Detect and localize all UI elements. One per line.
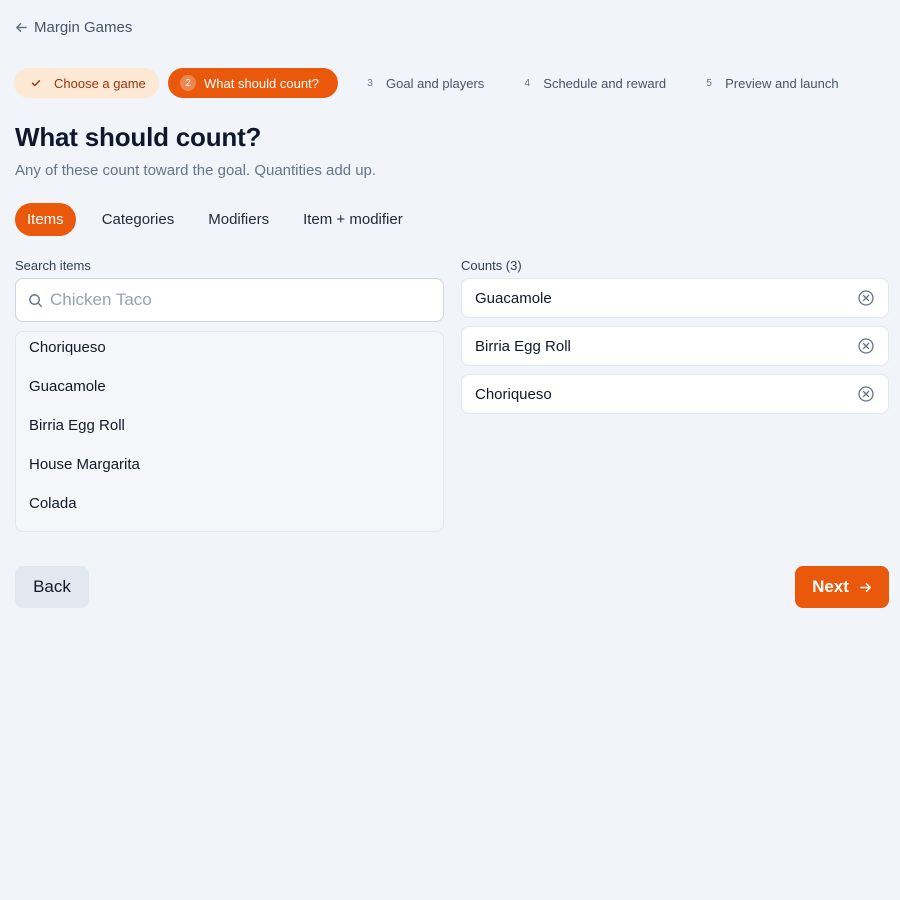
- count-chip-label: Birria Egg Roll: [475, 337, 571, 355]
- back-button[interactable]: Back: [15, 566, 89, 608]
- search-results-list[interactable]: Choriqueso Guacamole Birria Egg Roll Hou…: [15, 331, 444, 532]
- list-item[interactable]: Guacamole: [16, 367, 443, 406]
- tab-categories[interactable]: Categories: [85, 203, 192, 236]
- tab-modifiers[interactable]: Modifiers: [191, 203, 286, 236]
- search-box: [15, 278, 444, 322]
- list-item[interactable]: Colada: [16, 484, 443, 523]
- next-button-label: Next: [812, 577, 849, 596]
- step-preview-and-launch[interactable]: 5 Preview and launch: [689, 68, 850, 98]
- next-button[interactable]: Next: [795, 566, 889, 608]
- count-type-tabs: Items Categories Modifiers Item + modifi…: [15, 203, 420, 236]
- count-chip: Guacamole: [461, 278, 889, 318]
- remove-circle-icon[interactable]: [857, 337, 875, 355]
- check-icon: [28, 75, 44, 91]
- step-label: Goal and players: [386, 75, 485, 91]
- step-schedule-and-reward[interactable]: 4 Schedule and reward: [507, 68, 678, 98]
- step-label: What should count?: [204, 75, 319, 91]
- search-items-label: Search items: [15, 258, 91, 273]
- wizard-stepper: Choose a game 2 What should count? 3 Goa…: [14, 68, 851, 98]
- tab-items[interactable]: Items: [15, 203, 76, 236]
- step-label: Schedule and reward: [543, 75, 667, 91]
- step-what-should-count[interactable]: 2 What should count?: [168, 68, 338, 98]
- remove-circle-icon[interactable]: [857, 385, 875, 403]
- count-chip: Birria Egg Roll: [461, 326, 889, 366]
- search-items-input[interactable]: [50, 290, 430, 310]
- step-number: 2: [180, 75, 196, 91]
- back-to-margin-games-link[interactable]: Margin Games: [15, 19, 132, 36]
- counts-list: Guacamole Birria Egg Roll Choriqueso: [461, 278, 889, 422]
- list-item[interactable]: Choriqueso: [16, 332, 443, 367]
- step-choose-a-game[interactable]: Choose a game: [14, 68, 159, 98]
- arrow-right-icon: [860, 582, 871, 592]
- remove-circle-icon[interactable]: [857, 289, 875, 307]
- step-number: 3: [367, 77, 373, 89]
- page-title: What should count?: [15, 122, 262, 152]
- count-chip: Choriqueso: [461, 374, 889, 414]
- arrow-left-icon: [16, 23, 27, 32]
- step-number: 5: [706, 77, 712, 89]
- step-label: Choose a game: [54, 75, 146, 91]
- search-icon: [29, 293, 43, 307]
- count-chip-label: Choriqueso: [475, 385, 552, 403]
- tab-item-plus-modifier[interactable]: Item + modifier: [286, 203, 420, 236]
- counts-label: Counts (3): [461, 258, 522, 273]
- count-chip-label: Guacamole: [475, 289, 552, 307]
- list-item[interactable]: Birria Egg Roll: [16, 406, 443, 445]
- list-item[interactable]: House Margarita: [16, 445, 443, 484]
- step-goal-and-players[interactable]: 3 Goal and players: [350, 68, 496, 98]
- page-subtitle: Any of these count toward the goal. Quan…: [15, 162, 377, 179]
- step-label: Preview and launch: [725, 75, 839, 91]
- back-link-label: Margin Games: [34, 19, 133, 36]
- step-number: 4: [524, 77, 531, 89]
